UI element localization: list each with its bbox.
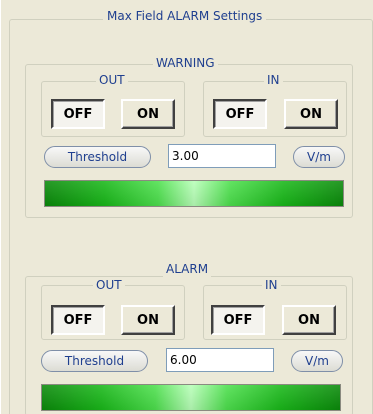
warning-unit-button[interactable]: V/m	[293, 146, 345, 168]
warning-indicator-bar	[44, 180, 344, 207]
alarm-out-on-button[interactable]: ON	[121, 305, 175, 335]
alarm-out-label: OUT	[93, 278, 125, 293]
warning-in-on-button[interactable]: ON	[284, 99, 338, 129]
warning-out-on-button[interactable]: ON	[121, 99, 175, 129]
alarm-indicator-bar	[41, 384, 341, 411]
alarm-threshold-input[interactable]	[166, 348, 274, 372]
alarm-unit-button[interactable]: V/m	[291, 350, 343, 372]
alarm-in-label: IN	[262, 278, 281, 293]
alarm-in-on-button[interactable]: ON	[282, 305, 336, 335]
warning-threshold-button[interactable]: Threshold	[44, 146, 151, 168]
alarm-threshold-button[interactable]: Threshold	[41, 350, 148, 372]
warning-out-label: OUT	[96, 73, 128, 88]
warning-in-off-button[interactable]: OFF	[213, 99, 267, 129]
alarm-in-off-button[interactable]: OFF	[211, 305, 265, 335]
warning-threshold-input[interactable]	[168, 144, 276, 168]
warning-out-off-button[interactable]: OFF	[51, 99, 105, 129]
alarm-title: ALARM	[163, 262, 212, 277]
alarm-settings-window: Max Field ALARM Settings WARNING OUT OFF…	[0, 0, 373, 414]
panel-title: Max Field ALARM Settings	[103, 9, 267, 24]
warning-in-label: IN	[264, 73, 283, 88]
alarm-out-off-button[interactable]: OFF	[51, 305, 105, 335]
warning-title: WARNING	[153, 56, 218, 71]
